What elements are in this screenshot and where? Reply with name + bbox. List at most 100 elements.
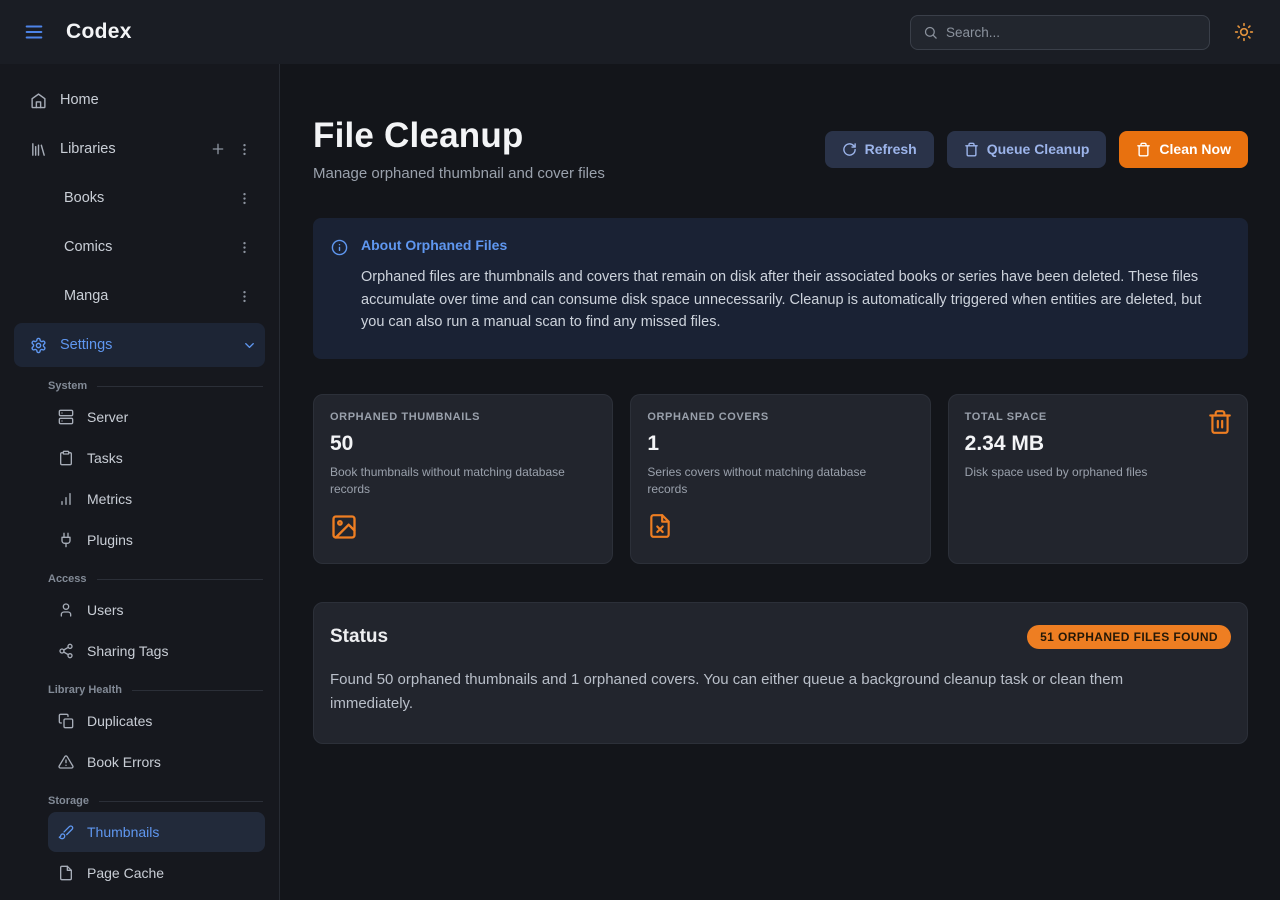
add-library-button[interactable] bbox=[205, 136, 231, 162]
stat-description: Book thumbnails without matching databas… bbox=[330, 464, 570, 498]
delete-orphaned-files-button[interactable] bbox=[1207, 409, 1233, 435]
sidebar-item-label: Tasks bbox=[87, 450, 123, 466]
queue-cleanup-button[interactable]: Queue Cleanup bbox=[947, 131, 1107, 168]
sidebar-item-books[interactable]: Books bbox=[14, 176, 265, 220]
status-title: Status bbox=[330, 626, 388, 648]
clean-now-button-label: Clean Now bbox=[1159, 141, 1231, 157]
libraries-menu-button[interactable] bbox=[231, 136, 257, 162]
status-panel: Status 51 ORPHANED FILES FOUND Found 50 … bbox=[313, 602, 1248, 744]
page-title: File Cleanup bbox=[313, 116, 605, 156]
page-subtitle: Manage orphaned thumbnail and cover file… bbox=[313, 165, 605, 182]
sidebar-item-home[interactable]: Home bbox=[14, 78, 265, 122]
sidebar-item-label: Settings bbox=[60, 337, 112, 353]
refresh-button[interactable]: Refresh bbox=[825, 131, 934, 168]
server-icon bbox=[58, 409, 74, 425]
stat-value: 50 bbox=[330, 432, 596, 456]
sidebar-item-label: Libraries bbox=[60, 141, 116, 157]
books-menu-button[interactable] bbox=[231, 185, 257, 211]
clean-now-button[interactable]: Clean Now bbox=[1119, 131, 1248, 168]
sidebar-item-page-cache[interactable]: Page Cache bbox=[48, 853, 265, 893]
search-box[interactable] bbox=[910, 15, 1210, 50]
sidebar-item-plugins[interactable]: Plugins bbox=[48, 520, 265, 560]
stat-cards: ORPHANED THUMBNAILS 50 Book thumbnails w… bbox=[313, 394, 1248, 564]
plus-icon bbox=[210, 141, 226, 157]
stat-value: 2.34 MB bbox=[965, 432, 1231, 456]
sidebar-item-manga[interactable]: Manga bbox=[14, 274, 265, 318]
sidebar-item-label: Page Cache bbox=[87, 865, 164, 881]
theme-toggle-button[interactable] bbox=[1226, 14, 1262, 50]
refresh-icon bbox=[842, 142, 857, 157]
bar-chart-icon bbox=[58, 491, 74, 507]
sidebar-item-comics[interactable]: Comics bbox=[14, 225, 265, 269]
user-icon bbox=[58, 602, 74, 618]
main-content: File Cleanup Manage orphaned thumbnail a… bbox=[281, 64, 1280, 900]
trash-icon bbox=[1136, 142, 1151, 157]
sidebar-item-label: Book Errors bbox=[87, 754, 161, 770]
sidebar-item-sharing-tags[interactable]: Sharing Tags bbox=[48, 631, 265, 671]
gear-icon bbox=[30, 337, 47, 354]
sidebar-item-label: Manga bbox=[64, 288, 108, 304]
sidebar-section-storage: Storage bbox=[48, 795, 263, 807]
stat-description: Disk space used by orphaned files bbox=[965, 464, 1205, 481]
sidebar-section-system: System bbox=[48, 380, 263, 392]
kebab-icon bbox=[237, 191, 252, 206]
section-label: Access bbox=[48, 573, 87, 585]
sidebar-item-users[interactable]: Users bbox=[48, 590, 265, 630]
kebab-icon bbox=[237, 142, 252, 157]
status-badge: 51 ORPHANED FILES FOUND bbox=[1027, 625, 1231, 649]
sidebar: Home Libraries Books Comics bbox=[0, 64, 280, 900]
stat-label: ORPHANED THUMBNAILS bbox=[330, 411, 596, 423]
plug-icon bbox=[58, 532, 74, 548]
sidebar-item-duplicates[interactable]: Duplicates bbox=[48, 701, 265, 741]
share-icon bbox=[58, 643, 74, 659]
search-icon bbox=[923, 25, 938, 40]
sidebar-section-library-health: Library Health bbox=[48, 684, 263, 696]
sidebar-item-label: Thumbnails bbox=[87, 824, 159, 840]
sidebar-item-label: Books bbox=[64, 190, 104, 206]
clipboard-icon bbox=[58, 450, 74, 466]
topbar: Codex bbox=[0, 0, 1280, 64]
sidebar-item-book-errors[interactable]: Book Errors bbox=[48, 742, 265, 782]
hamburger-icon bbox=[23, 21, 45, 43]
hamburger-menu-button[interactable] bbox=[16, 14, 52, 50]
kebab-icon bbox=[237, 289, 252, 304]
sidebar-item-label: Duplicates bbox=[87, 713, 152, 729]
stat-card-total-space: TOTAL SPACE 2.34 MB Disk space used by o… bbox=[948, 394, 1248, 564]
stat-label: TOTAL SPACE bbox=[965, 411, 1231, 423]
sidebar-item-settings[interactable]: Settings bbox=[14, 323, 265, 367]
file-x-icon bbox=[647, 513, 913, 539]
chevron-down-icon bbox=[242, 338, 257, 353]
sidebar-item-label: Users bbox=[87, 602, 124, 618]
sidebar-item-label: Plugins bbox=[87, 532, 133, 548]
page-actions: Refresh Queue Cleanup Clean Now bbox=[825, 131, 1248, 168]
refresh-button-label: Refresh bbox=[865, 141, 917, 157]
sidebar-item-server[interactable]: Server bbox=[48, 397, 265, 437]
sidebar-item-label: Metrics bbox=[87, 491, 132, 507]
sun-icon bbox=[1234, 22, 1254, 42]
sidebar-item-label: Server bbox=[87, 409, 128, 425]
manga-menu-button[interactable] bbox=[231, 283, 257, 309]
sidebar-item-label: Home bbox=[60, 92, 99, 108]
sidebar-section-access: Access bbox=[48, 573, 263, 585]
app-title: Codex bbox=[66, 20, 132, 44]
queue-cleanup-button-label: Queue Cleanup bbox=[987, 141, 1090, 157]
info-panel-body: Orphaned files are thumbnails and covers… bbox=[361, 266, 1228, 334]
sidebar-item-thumbnails[interactable]: Thumbnails bbox=[48, 812, 265, 852]
sidebar-item-label: Sharing Tags bbox=[87, 643, 168, 659]
home-icon bbox=[30, 92, 47, 109]
status-body: Found 50 orphaned thumbnails and 1 orpha… bbox=[330, 668, 1190, 716]
comics-menu-button[interactable] bbox=[231, 234, 257, 260]
copy-icon bbox=[58, 713, 74, 729]
info-panel: About Orphaned Files Orphaned files are … bbox=[313, 218, 1248, 359]
trash-icon bbox=[1207, 409, 1233, 435]
sidebar-item-libraries[interactable]: Libraries bbox=[14, 127, 265, 171]
sidebar-item-tasks[interactable]: Tasks bbox=[48, 438, 265, 478]
file-icon bbox=[58, 865, 74, 881]
section-label: System bbox=[48, 380, 87, 392]
sidebar-item-metrics[interactable]: Metrics bbox=[48, 479, 265, 519]
search-input[interactable] bbox=[946, 25, 1197, 40]
section-label: Storage bbox=[48, 795, 89, 807]
info-icon bbox=[331, 239, 348, 334]
section-label: Library Health bbox=[48, 684, 122, 696]
warning-triangle-icon bbox=[58, 754, 74, 770]
